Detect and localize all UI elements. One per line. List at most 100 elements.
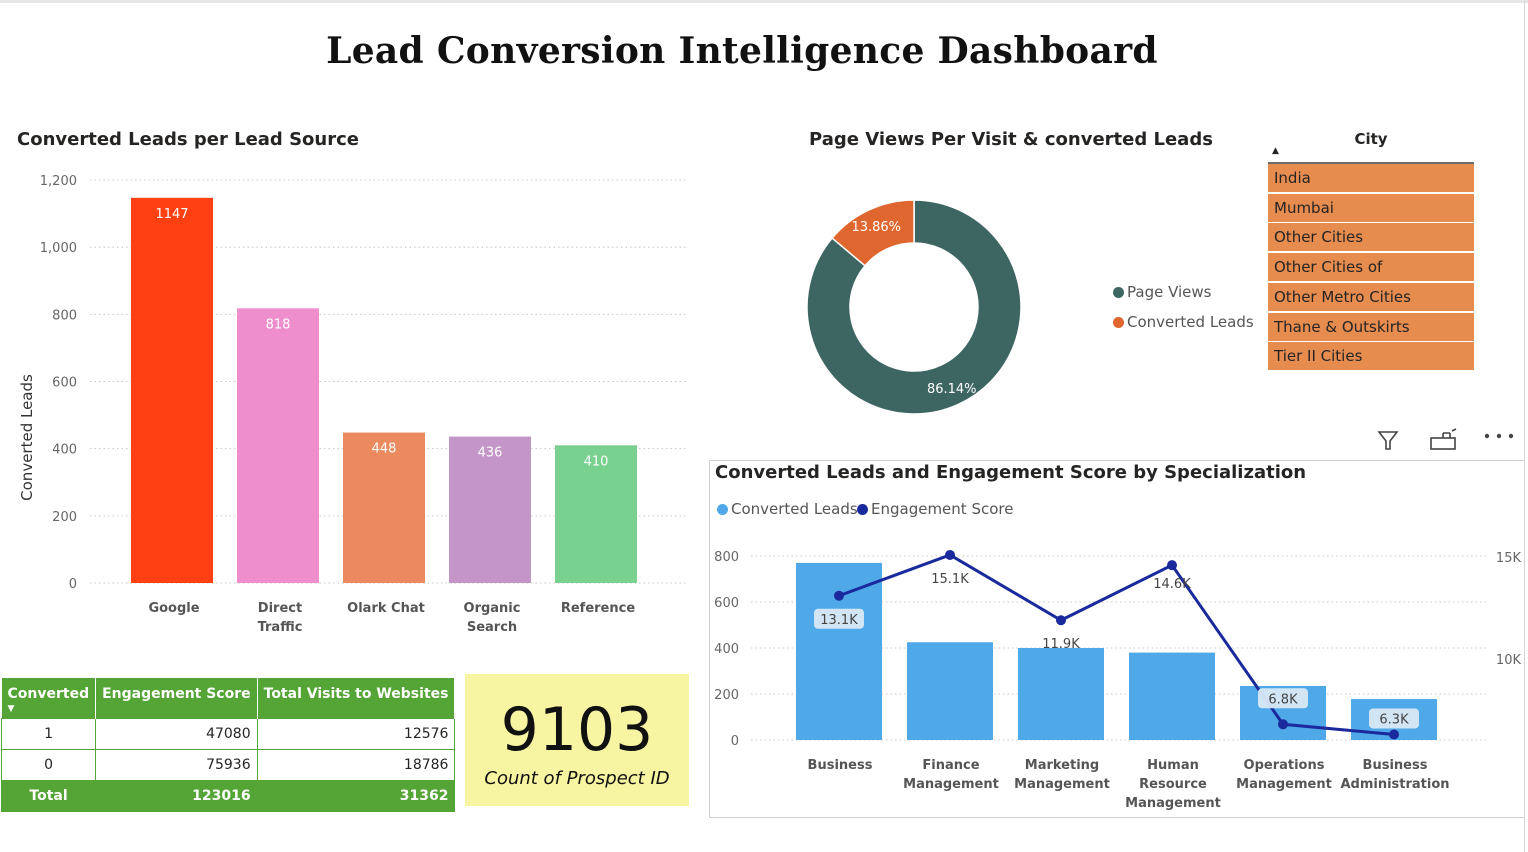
data-label: 448	[372, 442, 397, 457]
engagement-point	[1278, 719, 1288, 730]
city-item-tier-ii-cities[interactable]: Tier II Cities	[1268, 342, 1474, 371]
x-tick-label: Google	[148, 601, 199, 616]
engagement-point	[1167, 560, 1177, 571]
engagement-data-label: 6.3K	[1379, 712, 1409, 727]
legend-label: Engagement Score	[871, 500, 1014, 518]
city-item-other-metro-cities[interactable]: Other Metro Cities	[1268, 282, 1474, 311]
engagement-point	[945, 549, 955, 560]
x-tick-label: Marketing Management	[1014, 758, 1110, 792]
converted-matrix: Converted ▼ Engagement Score Total Visit…	[0, 678, 456, 812]
sort-down-icon[interactable]: ▼	[8, 704, 15, 714]
legend-item-engagement-score[interactable]: Engagement Score	[857, 500, 1013, 518]
y-tick-label: 600	[52, 376, 77, 391]
y-tick-label: 1,200	[40, 174, 77, 189]
engagement-data-label: 6.8K	[1268, 692, 1298, 707]
data-label: 410	[584, 454, 609, 469]
top-border	[0, 0, 1528, 3]
engagement-point	[1389, 729, 1399, 740]
y-tick-label: 0	[69, 577, 77, 592]
engagement-point	[1056, 615, 1066, 626]
donut-data-label: 13.86%	[851, 220, 901, 235]
matrix-header-engagement[interactable]: Engagement Score	[95, 678, 258, 718]
city-item-other-cities[interactable]: Other Cities	[1268, 223, 1474, 252]
bar-business	[796, 562, 882, 740]
table-total-row: Total 123016 31362	[0, 779, 456, 812]
legend-label: Converted Leads	[1127, 313, 1254, 331]
data-label: 436	[478, 446, 503, 461]
y-tick-label: 400	[714, 642, 739, 657]
x-tick-label: Finance Management	[903, 758, 999, 792]
matrix-header-converted[interactable]: Converted ▼	[1, 678, 97, 718]
city-item-other-cities-of-maharashtra[interactable]: Other Cities of Maharashtra	[1268, 253, 1474, 304]
table-row: 0 75936 18786	[0, 748, 456, 781]
bar-marketing-management	[1018, 648, 1104, 740]
matrix-total-label: Total	[0, 779, 97, 812]
card-value: 9103	[500, 695, 654, 765]
specialization-chart-title: Converted Leads and Engagement Score by …	[715, 462, 1307, 483]
dashboard-title: Lead Conversion Intelligence Dashboard	[326, 30, 1158, 72]
bar-direct-traffic	[237, 308, 319, 583]
data-label: 1147	[155, 207, 188, 222]
city-item-mumbai[interactable]: Mumbai	[1268, 193, 1474, 222]
y2-tick-label: 15K	[1496, 551, 1522, 566]
city-item-thane-outskirts[interactable]: Thane & Outskirts	[1268, 312, 1474, 341]
card-label: Count of Prospect ID	[484, 768, 670, 789]
legend-item-converted-leads[interactable]: Converted Leads	[1113, 313, 1254, 331]
legend-item-converted-leads[interactable]: Converted Leads	[717, 500, 858, 518]
filter-icon[interactable]	[1376, 428, 1400, 452]
legend-marker-icon	[857, 504, 868, 515]
bar-google	[131, 197, 213, 583]
engagement-data-label: 14.6K	[1153, 577, 1191, 592]
city-item-india[interactable]: India	[1268, 164, 1474, 192]
x-tick-label: Reference	[561, 601, 635, 616]
y-tick-label: 600	[714, 596, 739, 611]
x-tick-label: Direct Traffic	[258, 601, 303, 635]
donut-data-label: 86.14%	[927, 382, 977, 397]
y-tick-label: 800	[52, 308, 77, 323]
lead-source-chart-title: Converted Leads per Lead Source	[17, 129, 359, 150]
legend-marker-icon	[717, 504, 728, 515]
lead-source-chart[interactable]: 0 200 400 600 800 1,000 1,200 Converted Leads 11…	[0, 160, 700, 650]
matrix-cell-engagement: 47080	[95, 717, 258, 750]
donut-chart[interactable]: 86.14% 13.86%	[790, 170, 1040, 430]
engagement-point	[834, 590, 844, 601]
y-tick-label: 800	[714, 550, 739, 565]
engagement-data-label: 15.1K	[931, 572, 969, 587]
bar-human-resource-management	[1129, 652, 1215, 740]
legend-marker-icon	[1113, 287, 1124, 298]
bar-finance-management	[907, 642, 993, 740]
sort-caret-icon[interactable]: ▲	[1272, 146, 1279, 156]
matrix-cell-visits: 12576	[256, 717, 456, 750]
matrix-header-visits[interactable]: Total Visits to Websites	[257, 678, 456, 718]
donut-chart-title: Page Views Per Visit & converted Leads	[809, 129, 1213, 150]
matrix-cell-engagement: 75936	[95, 748, 258, 781]
matrix-total-visits: 31362	[256, 779, 456, 812]
legend-marker-icon	[1113, 317, 1124, 328]
y-tick-label: 1,000	[40, 241, 77, 256]
y-tick-label: 200	[714, 688, 739, 703]
legend-label: Converted Leads	[731, 500, 858, 518]
x-tick-label: Operations Management	[1236, 758, 1332, 792]
legend-item-page-views[interactable]: Page Views	[1113, 283, 1212, 301]
more-options-icon[interactable]	[1482, 428, 1518, 444]
specialization-chart[interactable]: 0 200 400 600 800 10K 15K Business Finance Manage…	[709, 540, 1525, 815]
x-tick-label: Human Resource Management	[1125, 758, 1221, 811]
prospect-count-card[interactable]: 9103 Count of Prospect ID	[465, 674, 689, 806]
y-tick-label: 0	[731, 734, 739, 749]
y2-tick-label: 10K	[1496, 653, 1522, 668]
y-tick-label: 200	[52, 510, 77, 525]
city-slicer-title: City	[1354, 130, 1388, 148]
engagement-data-label: 11.9K	[1042, 637, 1080, 652]
x-tick-label: Business	[808, 758, 873, 773]
y-axis-label: Converted Leads	[18, 374, 36, 501]
matrix-cell-key: 0	[0, 748, 97, 781]
data-label: 818	[266, 317, 291, 332]
x-tick-label: Olark Chat	[347, 601, 425, 616]
engagement-data-label: 13.1K	[820, 613, 858, 628]
focus-mode-icon[interactable]	[1428, 428, 1460, 452]
matrix-cell-key: 1	[0, 717, 97, 750]
y-tick-label: 400	[52, 443, 77, 458]
matrix-total-engagement: 123016	[95, 779, 258, 812]
x-tick-label: Business Administration	[1340, 758, 1449, 792]
legend-label: Page Views	[1127, 283, 1212, 301]
